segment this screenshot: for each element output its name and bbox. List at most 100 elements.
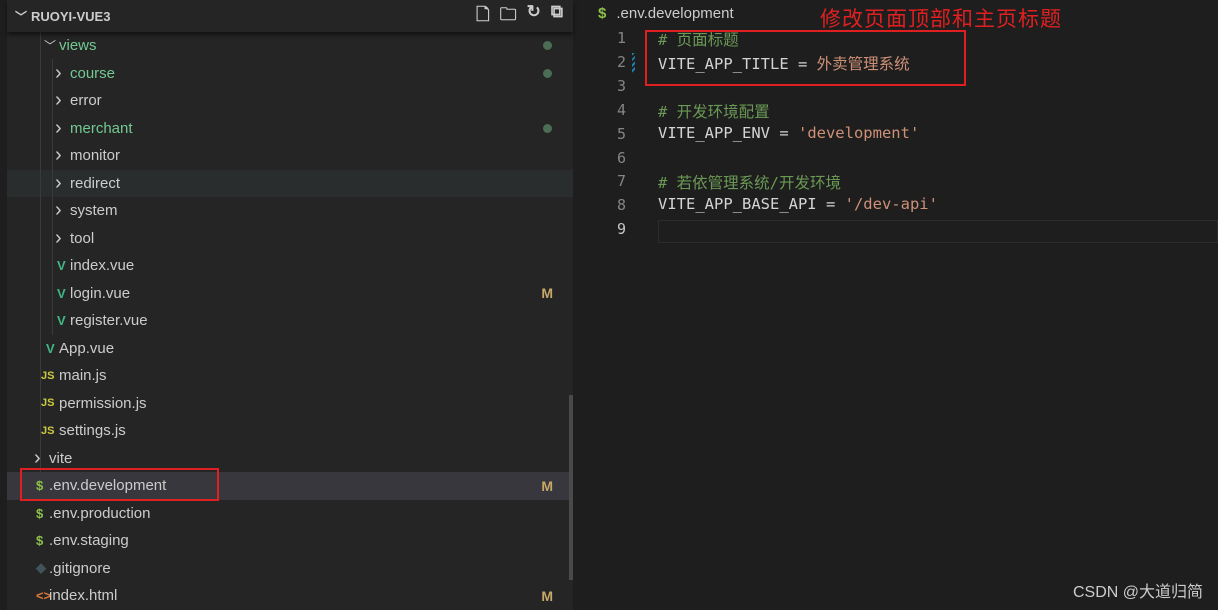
- explorer-header[interactable]: ﹀ RUOYI-VUE3 🗋 🗀 ↻ ⧉: [7, 0, 573, 32]
- tree-item-label: system: [70, 202, 118, 220]
- vue-icon: V: [57, 285, 66, 301]
- chevron-right-icon: ›: [55, 144, 62, 167]
- tree-item[interactable]: Vlogin.vue M: [7, 280, 573, 308]
- tree-item[interactable]: JS main.js: [7, 362, 573, 390]
- token-op: =: [816, 195, 845, 214]
- chevron-down-icon: ﹀: [44, 39, 57, 54]
- tree-item-label: redirect: [70, 174, 121, 192]
- chevron-right-icon: ›: [55, 89, 62, 112]
- js-icon: JS: [41, 424, 55, 437]
- chevron-right-icon: ›: [55, 61, 62, 84]
- changes-dot: [543, 123, 552, 133]
- tree-item[interactable]: V App.vue: [7, 335, 573, 363]
- tree-item[interactable]: Vindex.vue: [7, 252, 573, 280]
- token-comment: # 若依管理系统/开发环境: [658, 174, 841, 193]
- code-line: VITE_APP_BASE_API = '/dev-api': [658, 195, 938, 213]
- line-number: 9: [616, 220, 626, 239]
- tree-item[interactable]: › tool: [7, 225, 573, 253]
- editor: $ .env.development 修改页面顶部和主页标题 1 # 页面标题 2 VI…: [573, 0, 1218, 610]
- tree-item-label: settings.js: [59, 422, 126, 440]
- tree-item[interactable]: $ .env.staging: [7, 527, 573, 555]
- vue-icon: V: [46, 340, 55, 356]
- highlight-box: [645, 30, 966, 86]
- tree-item[interactable]: › redirect: [7, 169, 573, 197]
- code-line: VITE_APP_ENV = 'development': [658, 124, 919, 142]
- token-val: '/dev-api': [844, 195, 938, 214]
- token-comment: # 开发环境配置: [658, 102, 770, 121]
- new-folder-icon[interactable]: 🗀: [500, 2, 517, 31]
- tree-item-label: .env.production: [49, 504, 151, 522]
- token-key: VITE_APP_BASE_API: [658, 195, 817, 214]
- tree-item[interactable]: › monitor: [7, 142, 573, 170]
- chevron-right-icon: ›: [55, 199, 62, 222]
- code-line: # 开发环境配置: [658, 100, 770, 122]
- chevron-right-icon: ›: [55, 116, 62, 139]
- js-icon: JS: [41, 397, 55, 410]
- tree-item-label: .gitignore: [49, 559, 111, 577]
- indent-guide: [52, 59, 53, 335]
- chevron-down-icon[interactable]: ﹀: [15, 8, 31, 25]
- tree-item[interactable]: › system: [7, 197, 573, 225]
- tree-item[interactable]: ﹀ views: [7, 32, 573, 60]
- vue-icon: V: [57, 313, 66, 329]
- tree-item-label: merchant: [70, 119, 133, 137]
- changes-dot: [543, 68, 552, 78]
- dollar-icon: $: [598, 5, 607, 22]
- watermark: CSDN @大道归简: [1072, 584, 1203, 601]
- dollar-icon: $: [36, 505, 44, 521]
- modified-gutter-marker: [632, 53, 635, 73]
- tree-item-label: vite: [49, 449, 73, 467]
- line-number: 2: [616, 52, 626, 71]
- js-icon: JS: [41, 369, 55, 382]
- modified-badge: M: [541, 587, 553, 604]
- line-number: 3: [616, 76, 626, 95]
- explorer-sidebar: ﹀ RUOYI-VUE3 🗋 🗀 ↻ ⧉ ﹀ views › course › error…: [0, 0, 580, 610]
- modified-badge: M: [541, 477, 553, 494]
- refresh-icon[interactable]: ↻: [527, 2, 541, 31]
- chevron-right-icon: ›: [55, 226, 62, 249]
- dollar-icon: $: [36, 533, 44, 549]
- chevron-right-icon: ›: [55, 171, 62, 194]
- code-line: # 若依管理系统/开发环境: [658, 171, 841, 193]
- modified-badge: M: [541, 285, 553, 302]
- tree-item-label: index.vue: [70, 257, 135, 275]
- line-number: 7: [616, 172, 626, 191]
- token-key: VITE_APP_ENV: [658, 123, 770, 142]
- indent-guide: [40, 32, 41, 478]
- annotation-text: 修改页面顶部和主页标题: [820, 7, 1062, 31]
- token-val: 'development': [797, 123, 920, 142]
- tree-item[interactable]: JS permission.js: [7, 390, 573, 418]
- tree-item[interactable]: › merchant: [7, 115, 573, 143]
- tree-item-label: login.vue: [70, 284, 131, 302]
- tree-item[interactable]: ◆ .gitignore: [7, 555, 573, 583]
- tree-item[interactable]: Vregister.vue: [7, 307, 573, 335]
- tree-item[interactable]: $ .env.production: [7, 500, 573, 528]
- tree-item-label: error: [70, 92, 102, 110]
- line-number: 6: [616, 148, 626, 167]
- tree-item[interactable]: › error: [7, 87, 573, 115]
- changes-dot: [543, 41, 552, 51]
- tree-item-label: App.vue: [59, 339, 115, 357]
- current-line: [658, 220, 1218, 243]
- git-icon: ◆: [36, 560, 46, 576]
- line-number: 4: [616, 100, 626, 119]
- collapse-all-icon[interactable]: ⧉: [551, 2, 563, 31]
- tree-item-label: .env.staging: [49, 532, 129, 550]
- tree-item[interactable]: › course: [7, 60, 573, 88]
- vue-icon: V: [57, 258, 66, 274]
- highlight-box: [20, 468, 219, 501]
- tree-item-label: monitor: [70, 147, 121, 165]
- tree-item-label: index.html: [49, 587, 118, 605]
- editor-tab[interactable]: $ .env.development: [598, 5, 734, 22]
- new-file-icon[interactable]: 🗋: [476, 2, 490, 31]
- line-number: 8: [616, 196, 626, 215]
- line-number: 1: [616, 29, 626, 47]
- tree-item-label: permission.js: [59, 394, 147, 412]
- tree-item[interactable]: JS settings.js: [7, 417, 573, 445]
- project-title: RUOYI-VUE3: [31, 8, 111, 24]
- tree-item[interactable]: <> index.html M: [7, 582, 573, 610]
- tree-item-label: main.js: [59, 367, 107, 385]
- tree-item-label: course: [70, 64, 116, 82]
- tree-item-label: tool: [70, 229, 95, 247]
- line-number: 5: [616, 124, 626, 143]
